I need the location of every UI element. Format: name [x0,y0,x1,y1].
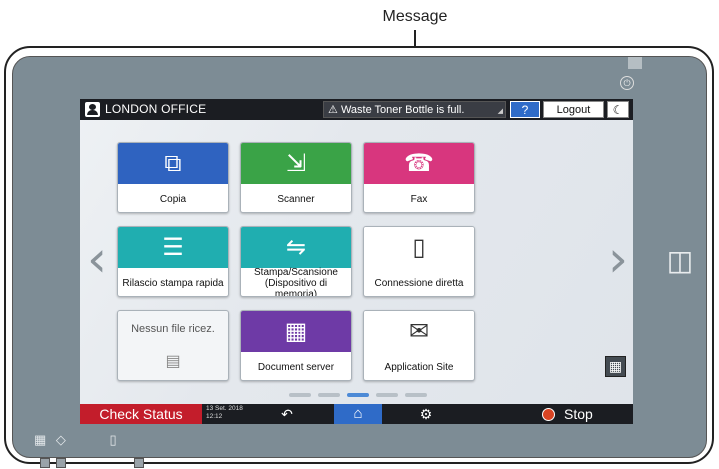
app-tile[interactable]: ☰ Rilascio stampa rapida [117,226,229,297]
app-list-icon[interactable]: ▦ [605,356,626,377]
document-server-icon: ▦ [284,317,308,345]
tile-label: Application Site [384,362,454,373]
tile-header: ⧉ [118,143,228,184]
help-button[interactable]: ? [510,101,540,118]
page-dot[interactable] [405,393,427,397]
phone-connect-icon: ▯ [412,233,426,261]
chevron-right-icon[interactable]: › [608,234,628,284]
tile-header: ☰ [118,227,228,268]
message-expand-icon: ◢ [497,108,503,115]
app-tile[interactable]: ✉ Application Site [363,310,475,381]
time-text: 12:12 [206,413,223,420]
nfc-phone-icon: ◫ [666,245,694,276]
shopping-bag-icon: ✉ [408,317,430,345]
check-status-button[interactable]: Check Status [80,404,202,424]
user-icon[interactable] [85,102,100,117]
back-icon[interactable]: ↶ [280,404,294,424]
print-indicator-icon: ▦ [34,432,47,447]
callout-label: Message [382,8,448,25]
device-foot-right [134,458,144,468]
power-icon[interactable]: ⏻ [620,76,634,90]
tile-label: Nessun file ricez. [131,323,215,335]
date-time: 13 Set. 2018 12:12 [206,405,243,421]
tile-label: Copia [159,194,187,205]
tile-header: ▦ [241,311,351,352]
app-tile[interactable]: Nessun file ricez. ▤ [117,310,229,381]
copy-icon: ⧉ [164,149,182,177]
page-dot[interactable] [318,393,340,397]
message-area[interactable]: ⚠ Waste Toner Bottle is full. ◢ [323,101,506,118]
stop-button[interactable]: Stop [564,404,593,424]
device-indicators: ▦ ◇ ▯ [34,432,123,448]
alert-icon: ⚠ [328,104,338,116]
tile-label: Document server [257,362,335,373]
tile-header: ▯ [364,227,474,268]
gear-icon[interactable]: ⚙ [418,404,434,424]
moon-icon[interactable]: ☾ [607,101,629,118]
page-dot[interactable] [289,393,311,397]
home-icon[interactable]: ⌂ [334,404,382,424]
quick-print-icon: ☰ [162,233,184,261]
tile-label: Fax [410,194,428,205]
user-label: LONDON OFFICE [105,102,207,116]
tile-label: Scanner [277,194,315,205]
page-dot[interactable] [376,393,398,397]
scanner-icon: ⇲ [285,149,307,177]
tile-label: Connessione diretta [374,278,464,289]
usb-sd-icon: ⇋ [285,233,307,261]
tile-label: Stampa/Scansione (Dispositivo di memoria… [254,267,338,297]
device-foot-left [40,458,50,468]
app-tile[interactable]: ▯ Connessione diretta [363,226,475,297]
message-text: Waste Toner Bottle is full. [340,104,465,116]
data-in-indicator-icon: ◇ [55,432,66,447]
logout-button[interactable]: Logout [543,101,604,118]
page-dot[interactable] [347,393,369,397]
date-text: 13 Set. 2018 [206,405,243,412]
tile-header: ⇲ [241,143,351,184]
bottom-bar: Check Status 13 Set. 2018 12:12 ↶ ⌂ ⚙ St… [80,404,633,424]
app-tile[interactable]: ⇋ Stampa/Scansione (Dispositivo di memori… [240,226,352,297]
chevron-left-icon[interactable]: ‹ [87,234,107,284]
tile-header: ✉ [364,311,474,352]
fax-icon: ☎ [404,149,434,177]
tile-header: ☎ [364,143,474,184]
app-tile[interactable]: ⧉ Copia [117,142,229,213]
tile-label: Rilascio stampa rapida [122,278,224,289]
fax-received-icon: ▤ [165,353,181,370]
memory-indicator-icon: ▯ [109,432,117,447]
app-tile[interactable]: ▦ Document server [240,310,352,381]
device-foot-left2 [56,458,66,468]
stop-icon[interactable] [542,408,555,421]
app-tile[interactable]: ⇲ Scanner [240,142,352,213]
status-bar: LONDON OFFICE ⚠ Waste Toner Bottle is fu… [80,99,633,120]
device-top-tab [628,57,642,69]
tile-header: ⇋ [241,227,351,268]
app-tile[interactable]: ☎ Fax [363,142,475,213]
